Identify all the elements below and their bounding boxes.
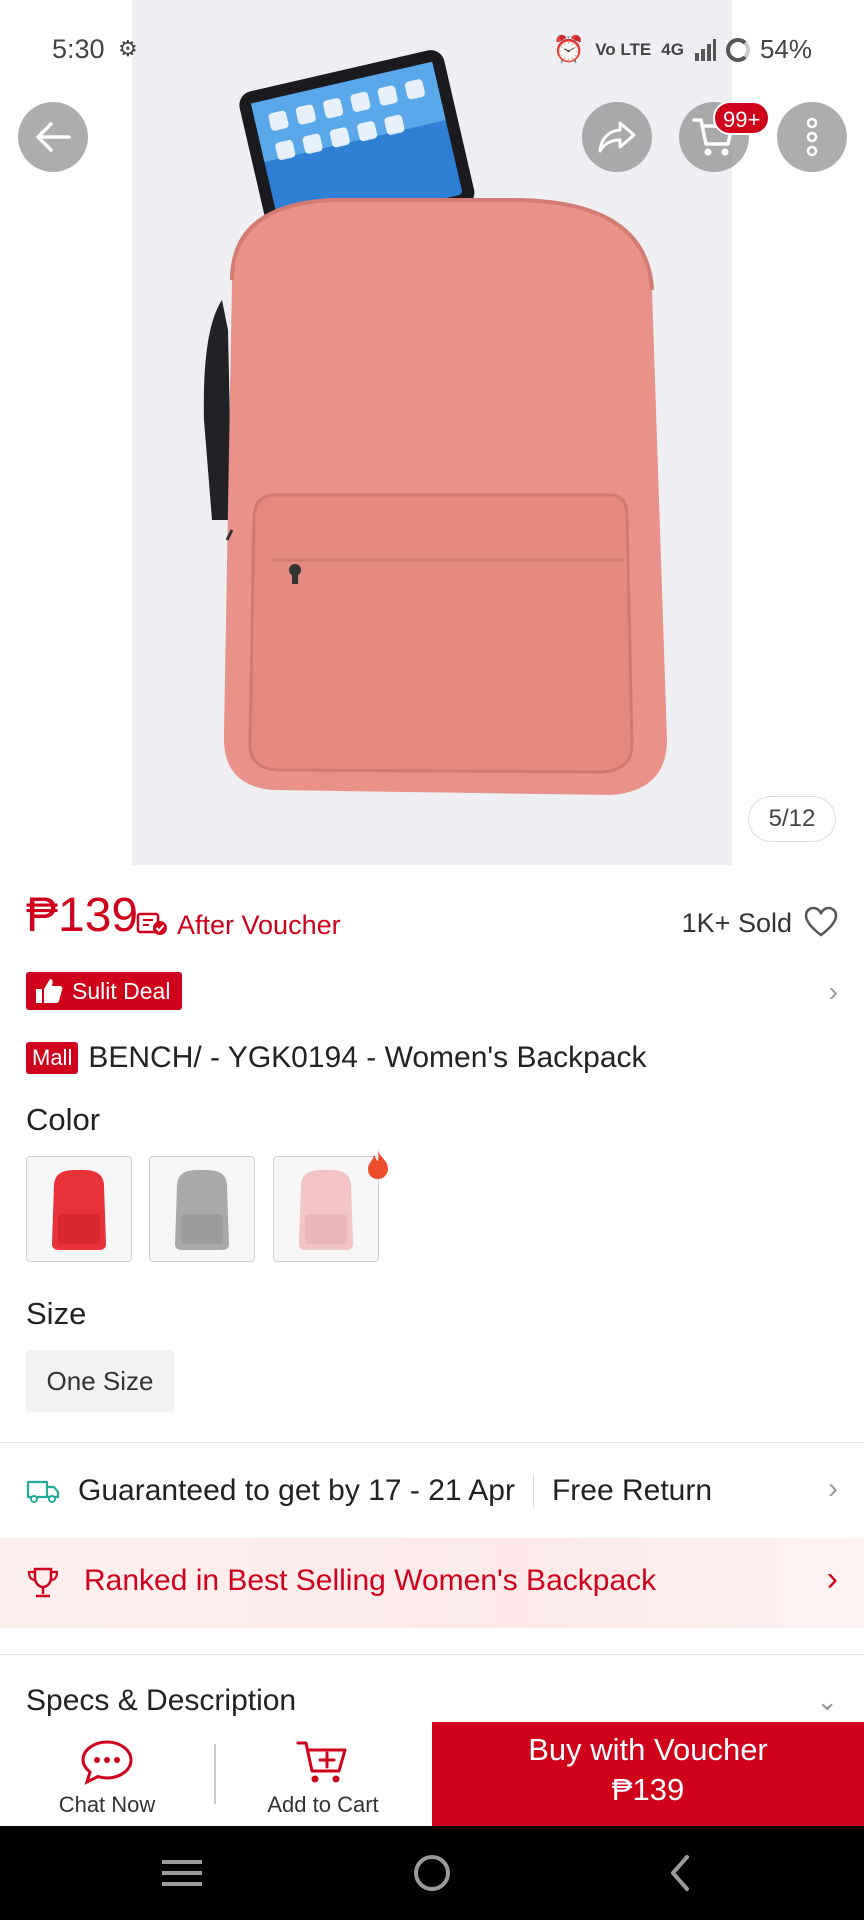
separator <box>532 1474 534 1508</box>
heart-icon[interactable] <box>804 906 838 938</box>
cart-count-badge: 99+ <box>713 101 771 135</box>
battery-icon <box>725 37 750 62</box>
status-time: 5:30 <box>52 34 105 64</box>
home-circle-icon <box>414 1855 450 1891</box>
home-button[interactable] <box>402 1850 462 1896</box>
hot-flame-icon <box>368 1150 388 1179</box>
ranking-text: Ranked in Best Selling Women's Backpack <box>84 1564 657 1597</box>
product-image-area[interactable]: 5:30 ⚙ ⏰ Vo LTE 4G 54% 99+ 5/12 <box>0 0 864 865</box>
add-to-cart-button[interactable]: Add to Cart <box>228 1722 418 1826</box>
chevron-right-icon: › <box>826 1560 838 1598</box>
recent-apps-button[interactable] <box>152 1850 212 1896</box>
more-vertical-icon <box>806 117 818 157</box>
status-bar: 5:30 ⚙ ⏰ Vo LTE 4G 54% <box>0 0 864 100</box>
truck-icon <box>26 1480 60 1503</box>
after-voucher-label: After Voucher <box>177 910 341 940</box>
shipping-row[interactable]: Guaranteed to get by 17 - 21 Apr Free Re… <box>26 1466 838 1516</box>
chat-icon <box>81 1740 133 1785</box>
share-icon <box>598 121 636 153</box>
sold-count: 1K+ Sold <box>681 908 792 938</box>
add-to-cart-label: Add to Cart <box>267 1792 379 1817</box>
menu-icon <box>162 1860 202 1886</box>
thumbs-up-icon <box>36 979 63 1003</box>
price-row: ₱139 After Voucher 1K+ Sold <box>26 888 838 948</box>
battery-level: 54% <box>759 34 812 64</box>
specs-description-row[interactable]: Specs & Description ⌄ <box>0 1656 864 1726</box>
color-label: Color <box>26 1102 101 1137</box>
bottom-action-bar: Chat Now Add to Cart Buy with Voucher ₱1… <box>0 1722 864 1826</box>
product-price: ₱139 <box>26 889 139 942</box>
specs-title: Specs & Description <box>26 1684 297 1717</box>
gray-backpack-thumbnail <box>175 1170 229 1250</box>
chevron-right-icon: › <box>828 976 838 1007</box>
status-indicators: ⏰ Vo LTE 4G 54% <box>553 34 812 65</box>
back-button[interactable] <box>18 102 88 172</box>
size-option-one-size[interactable]: One Size <box>26 1350 174 1412</box>
arrow-left-icon <box>36 122 71 152</box>
system-navigation-bar <box>0 1826 864 1920</box>
network-indicator: 4G <box>661 39 684 59</box>
buy-button-label: Buy with Voucher <box>528 1732 768 1767</box>
red-backpack-thumbnail <box>52 1170 106 1250</box>
more-options-button[interactable] <box>777 102 847 172</box>
trophy-icon <box>27 1567 59 1598</box>
buy-button-price: ₱139 <box>611 1772 685 1807</box>
system-back-button[interactable] <box>650 1850 710 1896</box>
chat-now-label: Chat Now <box>58 1792 156 1817</box>
free-return-label: Free Return <box>551 1474 713 1507</box>
divider <box>0 1442 864 1443</box>
signal-icon <box>694 38 716 61</box>
ranking-banner[interactable]: Ranked in Best Selling Women's Backpack … <box>0 1538 864 1628</box>
volte-indicator: Vo LTE <box>595 39 652 59</box>
sulit-deal-label: Sulit Deal <box>72 977 171 1004</box>
buy-with-voucher-button[interactable]: Buy with Voucher ₱139 <box>432 1722 864 1826</box>
delivery-guarantee: Guaranteed to get by 17 - 21 Apr <box>78 1474 515 1507</box>
divider <box>0 1654 864 1655</box>
color-option-gray[interactable] <box>149 1156 255 1262</box>
chevron-left-icon <box>671 1855 689 1891</box>
chevron-down-icon: ⌄ <box>816 1686 838 1716</box>
alarm-icon: ⏰ <box>552 34 586 64</box>
action-separator <box>214 1744 216 1804</box>
pink-backpack-thumbnail <box>299 1170 353 1250</box>
product-title-row: Mall BENCH/ - YGK0194 - Women's Backpack <box>26 1038 838 1078</box>
sulit-deal-row[interactable]: Sulit Deal › <box>26 972 838 1012</box>
chevron-right-icon: › <box>828 1472 838 1505</box>
size-label: Size <box>26 1296 87 1331</box>
sulit-deal-badge: Sulit Deal <box>26 972 183 1010</box>
mall-badge: Mall <box>26 1042 79 1074</box>
color-option-red[interactable] <box>26 1156 132 1262</box>
cart-plus-icon <box>296 1741 347 1783</box>
image-counter: 5/12 <box>748 796 836 842</box>
voucher-icon <box>136 912 167 935</box>
product-title: BENCH/ - YGK0194 - Women's Backpack <box>88 1041 647 1074</box>
settings-notification-icon: ⚙ <box>118 36 138 61</box>
share-button[interactable] <box>582 102 652 172</box>
chat-now-button[interactable]: Chat Now <box>12 1722 202 1826</box>
